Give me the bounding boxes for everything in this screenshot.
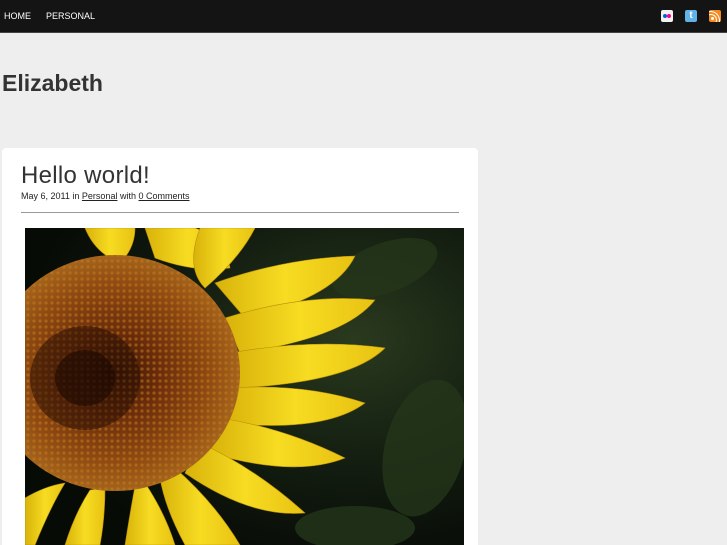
meta-in-text: in <box>72 191 80 201</box>
post-date: May 6, 2011 <box>21 191 70 201</box>
post-comments-link[interactable]: 0 Comments <box>139 191 190 201</box>
post-title[interactable]: Hello world! <box>21 162 150 190</box>
post-divider <box>21 212 459 213</box>
post-card: Hello world! May 6, 2011 in Personal wit… <box>2 148 478 545</box>
rss-icon[interactable] <box>709 10 721 22</box>
site-title[interactable]: Elizabeth <box>2 70 103 97</box>
post-meta: May 6, 2011 in Personal with 0 Comments <box>21 191 190 201</box>
sunflower-image <box>25 228 464 545</box>
main-nav: HOME PERSONAL <box>0 0 95 32</box>
top-navigation-bar: HOME PERSONAL t <box>0 0 727 33</box>
twitter-icon[interactable]: t <box>685 10 697 22</box>
meta-with-text: with <box>119 191 136 201</box>
flickr-icon[interactable] <box>661 10 673 22</box>
social-links: t <box>649 10 721 22</box>
post-category-link[interactable]: Personal <box>82 191 118 201</box>
nav-item-home[interactable]: HOME <box>4 0 31 32</box>
nav-item-personal[interactable]: PERSONAL <box>46 0 95 32</box>
